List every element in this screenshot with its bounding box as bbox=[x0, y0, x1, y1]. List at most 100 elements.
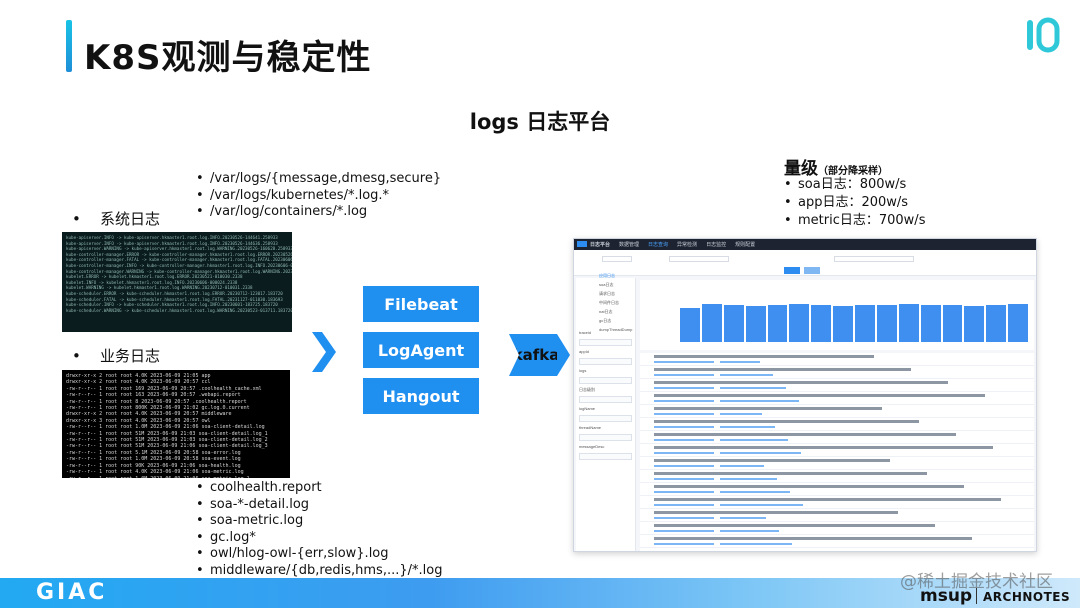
log-entry-tag bbox=[720, 361, 760, 363]
log-entry-text bbox=[654, 394, 985, 397]
log-entry-row[interactable] bbox=[640, 496, 1034, 509]
histogram-bar bbox=[855, 304, 875, 342]
log-entry-row[interactable] bbox=[640, 457, 1034, 470]
log-entry-tag bbox=[654, 543, 714, 545]
histogram-bar bbox=[942, 304, 963, 342]
log-entry-tag bbox=[654, 465, 714, 467]
system-log-terminal: kube-apiserver.INFO -> kube-apiserver.hk… bbox=[62, 232, 292, 332]
platform-nav-item[interactable]: 数据管理 bbox=[619, 241, 639, 248]
platform-log-type[interactable]: 中间件日志 bbox=[599, 300, 633, 306]
log-entry-row[interactable] bbox=[640, 379, 1034, 392]
platform-field-input[interactable] bbox=[579, 453, 632, 460]
platform-nav-item[interactable]: 日志监控 bbox=[706, 241, 726, 248]
kafka-notch bbox=[509, 334, 519, 376]
log-entry-tag bbox=[654, 504, 714, 506]
platform-reset-button[interactable] bbox=[804, 267, 820, 274]
page-title: K8S观测与稳定性 bbox=[84, 38, 372, 78]
log-entry-text bbox=[654, 524, 935, 527]
platform-log-type[interactable]: gc日志 bbox=[599, 318, 633, 324]
agent-hangout: Hangout bbox=[363, 378, 479, 414]
log-entry-tag bbox=[654, 426, 714, 428]
log-entry-tag bbox=[720, 400, 799, 402]
log-platform-screenshot: 日志平台 数据管理 日志查询 异常检测 日志监控 规则配置 traceid ap… bbox=[573, 238, 1037, 552]
log-entry-text bbox=[654, 407, 882, 410]
log-entry-row[interactable] bbox=[640, 353, 1034, 366]
log-entry-tag bbox=[720, 491, 790, 493]
business-log-path: middleware/{db,redis,hms,...}/*.log bbox=[196, 563, 442, 580]
volume-item: soa日志：800w/s bbox=[784, 176, 925, 194]
volume-item: app日志：200w/s bbox=[784, 194, 925, 212]
platform-log-type[interactable]: soa日志 bbox=[599, 282, 633, 288]
platform-filter-input[interactable] bbox=[602, 256, 632, 262]
system-log-paths: /var/logs/{message,dmesg,secure} /var/lo… bbox=[196, 171, 441, 221]
platform-field-input[interactable] bbox=[579, 415, 632, 422]
agent-filebeat: Filebeat bbox=[363, 286, 479, 322]
system-log-path: /var/logs/{message,dmesg,secure} bbox=[196, 171, 441, 188]
platform-log-type[interactable]: dumpThreadDump bbox=[599, 327, 633, 333]
platform-field-input[interactable] bbox=[579, 358, 632, 365]
platform-topbar: 日志平台 数据管理 日志查询 异常检测 日志监控 规则配置 bbox=[574, 239, 1036, 250]
platform-time-range[interactable] bbox=[834, 256, 914, 262]
platform-field-input[interactable] bbox=[579, 339, 632, 346]
log-entry-text bbox=[654, 472, 927, 475]
platform-field-input[interactable] bbox=[579, 396, 632, 403]
log-entry-row[interactable] bbox=[640, 522, 1034, 535]
histogram-bar bbox=[986, 304, 1007, 342]
log-entry-row[interactable] bbox=[640, 392, 1034, 405]
business-logs-heading: • 业务日志 bbox=[72, 347, 161, 365]
log-entry-row[interactable] bbox=[640, 470, 1034, 483]
log-entry-tag bbox=[720, 543, 792, 545]
business-log-path: gc.log* bbox=[196, 530, 442, 547]
business-log-paths: coolhealth.report soa-*-detail.log soa-m… bbox=[196, 480, 442, 579]
platform-nav-item[interactable]: 异常检测 bbox=[677, 241, 697, 248]
log-entry-row[interactable] bbox=[640, 405, 1034, 418]
platform-filter-input[interactable] bbox=[669, 256, 729, 262]
log-entry-row[interactable] bbox=[640, 366, 1034, 379]
histogram-bar bbox=[701, 303, 722, 342]
log-entry-tag bbox=[720, 387, 786, 389]
log-entry-text bbox=[654, 355, 874, 358]
log-entry-row[interactable] bbox=[640, 431, 1034, 444]
log-entry-text bbox=[654, 537, 972, 540]
platform-field-input[interactable] bbox=[579, 434, 632, 441]
log-entry-tag bbox=[654, 439, 714, 441]
log-entry-row[interactable] bbox=[640, 483, 1034, 496]
log-entry-tag bbox=[720, 478, 777, 480]
flow-chevron-icon bbox=[312, 332, 336, 372]
logo-divider bbox=[976, 588, 977, 604]
log-entry-row[interactable] bbox=[640, 444, 1034, 457]
platform-field-label: logs bbox=[579, 368, 587, 373]
platform-nav-item[interactable]: 日志查询 bbox=[648, 241, 668, 248]
log-entry-row[interactable] bbox=[640, 535, 1034, 548]
histogram-bar bbox=[833, 306, 853, 342]
platform-nav-item[interactable]: 规则配置 bbox=[735, 241, 755, 248]
platform-query-button[interactable] bbox=[784, 267, 800, 274]
platform-log-type[interactable]: nat日志 bbox=[599, 309, 633, 315]
kafka-arrow-tip bbox=[557, 334, 570, 376]
log-entry-tag bbox=[654, 491, 714, 493]
system-logs-heading: • 系统日志 bbox=[72, 210, 161, 228]
platform-log-type[interactable]: 应用日志 bbox=[599, 273, 633, 279]
log-entry-tag bbox=[720, 504, 803, 506]
log-entry-tag bbox=[720, 413, 762, 415]
platform-log-type[interactable]: 请求日志 bbox=[599, 291, 633, 297]
platform-field-input[interactable] bbox=[579, 377, 632, 384]
log-entry-row[interactable] bbox=[640, 509, 1034, 522]
system-log-path: /var/logs/kubernetes/*.log.* bbox=[196, 188, 441, 205]
log-entry-text bbox=[654, 446, 993, 449]
agent-logagent: LogAgent bbox=[363, 332, 479, 368]
histogram-bar bbox=[811, 304, 832, 342]
log-entry-row[interactable] bbox=[640, 418, 1034, 431]
histogram-bar bbox=[876, 304, 897, 342]
slide-subtitle: logs 日志平台 bbox=[469, 110, 611, 134]
title-accent-bar bbox=[66, 20, 72, 72]
log-entry-tag bbox=[720, 452, 801, 454]
log-entry-text bbox=[654, 420, 919, 423]
histogram-bar bbox=[680, 307, 700, 342]
log-entry-text bbox=[654, 381, 948, 384]
platform-filter-bar bbox=[574, 250, 1036, 276]
log-entry-tag bbox=[720, 465, 764, 467]
log-entry-text bbox=[654, 511, 898, 514]
business-log-terminal: drwxr-xr-x 2 root root 4.0K 2023-06-09 2… bbox=[62, 370, 290, 478]
log-entry-tag bbox=[654, 374, 714, 376]
